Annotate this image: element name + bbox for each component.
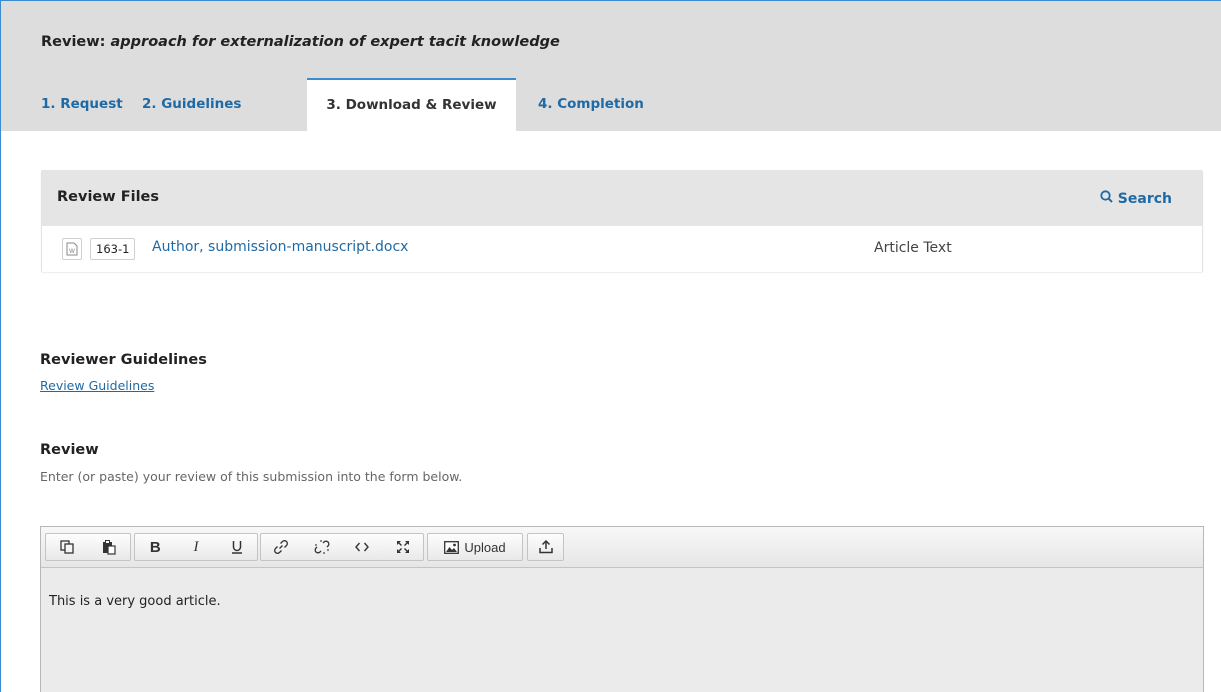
review-guidelines-link[interactable]: Review Guidelines (40, 378, 154, 393)
file-download-link[interactable]: Author, submission-manuscript.docx (152, 239, 408, 255)
submission-title: approach for externalization of expert t… (110, 34, 560, 50)
upload-icon[interactable] (528, 534, 563, 560)
svg-text:W: W (69, 248, 75, 255)
file-row: W 163-1 Author, submission-manuscript.do… (42, 226, 1202, 272)
image-icon (444, 540, 460, 554)
paste-icon[interactable] (88, 534, 130, 560)
format-group: B I (134, 533, 258, 561)
clipboard-group (45, 533, 131, 561)
review-title-prefix: Review: (41, 34, 106, 50)
underline-icon[interactable] (216, 534, 257, 560)
bold-icon[interactable]: B (135, 534, 176, 560)
tab-completion[interactable]: 4. Completion (538, 78, 644, 131)
upload-image-button[interactable]: Upload (428, 534, 522, 560)
review-heading: Review (40, 442, 99, 458)
review-editor: B I Upload This is a very good article. (40, 526, 1204, 692)
tab-guidelines[interactable]: 2. Guidelines (142, 78, 241, 131)
review-files-header: Review Files Search (42, 171, 1202, 226)
tab-download-review[interactable]: 3. Download & Review (307, 78, 516, 131)
unlink-icon[interactable] (302, 534, 343, 560)
review-tabs: 1. Request 2. Guidelines 3. Download & R… (1, 78, 1221, 131)
file-type-label: Article Text (874, 240, 952, 256)
file-id-badge: 163-1 (90, 238, 136, 260)
search-label: Search (1117, 190, 1172, 207)
search-button[interactable]: Search (1100, 190, 1172, 207)
reviewer-guidelines-heading: Reviewer Guidelines (40, 352, 207, 368)
insert-group (260, 533, 424, 561)
fullscreen-icon[interactable] (383, 534, 424, 560)
review-files-title: Review Files (57, 189, 160, 205)
code-icon[interactable] (342, 534, 383, 560)
link-icon[interactable] (261, 534, 302, 560)
review-files-panel: Review Files Search W 163-1 Author, subm… (41, 170, 1203, 272)
file-upload-group (527, 533, 564, 561)
search-icon (1100, 190, 1113, 207)
upload-label: Upload (464, 539, 506, 555)
editor-toolbar: B I Upload (41, 527, 1203, 568)
review-title: Review: approach for externalization of … (41, 34, 560, 50)
word-document-icon: W (62, 238, 82, 260)
upload-group: Upload (427, 533, 523, 561)
review-text-area[interactable]: This is a very good article. (41, 568, 1203, 692)
italic-icon[interactable]: I (176, 534, 217, 560)
review-description: Enter (or paste) your review of this sub… (40, 469, 463, 484)
tab-request[interactable]: 1. Request (41, 78, 123, 131)
copy-icon[interactable] (46, 534, 88, 560)
review-text: This is a very good article. (49, 594, 221, 609)
